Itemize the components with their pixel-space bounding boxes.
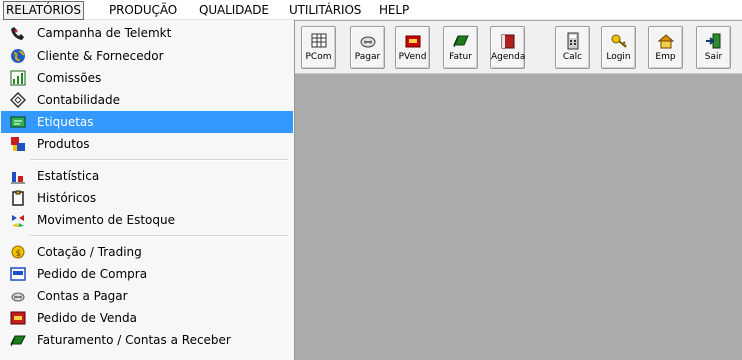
key-icon (611, 34, 627, 48)
login-label: Login (606, 52, 631, 62)
stock-icon (12, 215, 24, 227)
menu-separator (30, 235, 288, 237)
coin-icon: $ (11, 245, 25, 259)
pagar-button[interactable]: Pagar (350, 26, 385, 69)
label-icon (10, 116, 26, 128)
fatur-label: Fatur (449, 52, 472, 62)
menu-item-pedido-compra[interactable]: Pedido de Compra (1, 263, 293, 285)
menu-relatorios[interactable]: RELATÓRIOS (3, 1, 84, 20)
book-icon (501, 34, 514, 49)
menu-help[interactable]: HELP (379, 0, 409, 20)
product-icon (11, 137, 25, 151)
banknote-icon (452, 35, 469, 48)
emp-label: Emp (655, 52, 676, 62)
menu-item-campanha-telemkt[interactable]: Campanha de Telemkt (1, 22, 293, 44)
menu-producao[interactable]: PRODUÇÃO (109, 0, 177, 20)
menu-item-pedido-venda[interactable]: Pedido de Venda (1, 307, 293, 329)
login-button[interactable]: Login (601, 26, 636, 69)
fatur-button[interactable]: Fatur (443, 26, 478, 69)
pcom-label: PCom (305, 52, 332, 62)
invoice-icon (10, 335, 26, 347)
menu-qualidade[interactable]: QUALIDADE (199, 0, 269, 20)
pcom-button[interactable]: PCom (301, 26, 336, 69)
chart-icon (10, 70, 26, 86)
menu-item-contas-pagar[interactable]: Contas a Pagar (1, 285, 293, 307)
pagar-label: Pagar (354, 52, 381, 62)
pvend-label: PVend (398, 52, 427, 62)
pvend-button[interactable]: PVend (395, 26, 430, 69)
menu-item-etiquetas[interactable]: Etiquetas (1, 111, 293, 133)
menu-separator (30, 159, 288, 161)
toolbar: PCom Pagar PVend Fatur Agenda Calc Login… (295, 21, 742, 74)
phone-icon (11, 27, 24, 40)
exit-icon (705, 33, 720, 49)
globe-icon (11, 49, 25, 63)
agenda-button[interactable]: Agenda (490, 26, 525, 69)
menu-item-contabilidade[interactable]: Contabilidade (1, 89, 293, 111)
menu-item-comissoes[interactable]: Comissões (1, 67, 293, 89)
purchase-icon (10, 267, 26, 281)
company-icon (657, 34, 674, 49)
sair-button[interactable]: Sair (696, 26, 731, 69)
clipboard-icon (12, 190, 24, 206)
grid-icon (311, 33, 326, 48)
agenda-label: Agenda (491, 52, 526, 62)
tag-icon (10, 92, 26, 108)
menu-utilitarios[interactable]: UTILITÁRIOS (289, 0, 361, 20)
calc-button[interactable]: Calc (555, 26, 590, 69)
calc-label: Calc (562, 52, 583, 62)
menu-item-cliente-fornecedor[interactable]: Cliente & Fornecedor (1, 45, 293, 67)
sair-label: Sair (704, 52, 723, 62)
relatorios-dropdown: Campanha de Telemkt Cliente & Fornecedor… (0, 20, 295, 360)
menu-item-produtos[interactable]: Produtos (1, 133, 293, 155)
menu-item-movimento-estoque[interactable]: Movimento de Estoque (1, 209, 293, 231)
calculator-icon (567, 32, 578, 50)
menu-bar: RELATÓRIOS PRODUÇÃO QUALIDADE UTILITÁRIO… (0, 0, 742, 20)
menu-item-cotacao-trading[interactable]: $ Cotação / Trading (1, 241, 293, 263)
payables-icon (11, 292, 25, 302)
register-icon (405, 35, 420, 48)
stats-icon (11, 172, 25, 184)
emp-button[interactable]: Emp (648, 26, 683, 69)
sales-icon (10, 311, 26, 325)
menu-item-historicos[interactable]: Históricos (1, 187, 293, 209)
menu-item-estatistica[interactable]: Estatística (1, 165, 293, 187)
menu-item-faturamento[interactable]: Faturamento / Contas a Receber (1, 329, 293, 351)
svg-text:$: $ (16, 249, 22, 259)
money-icon (360, 36, 375, 48)
